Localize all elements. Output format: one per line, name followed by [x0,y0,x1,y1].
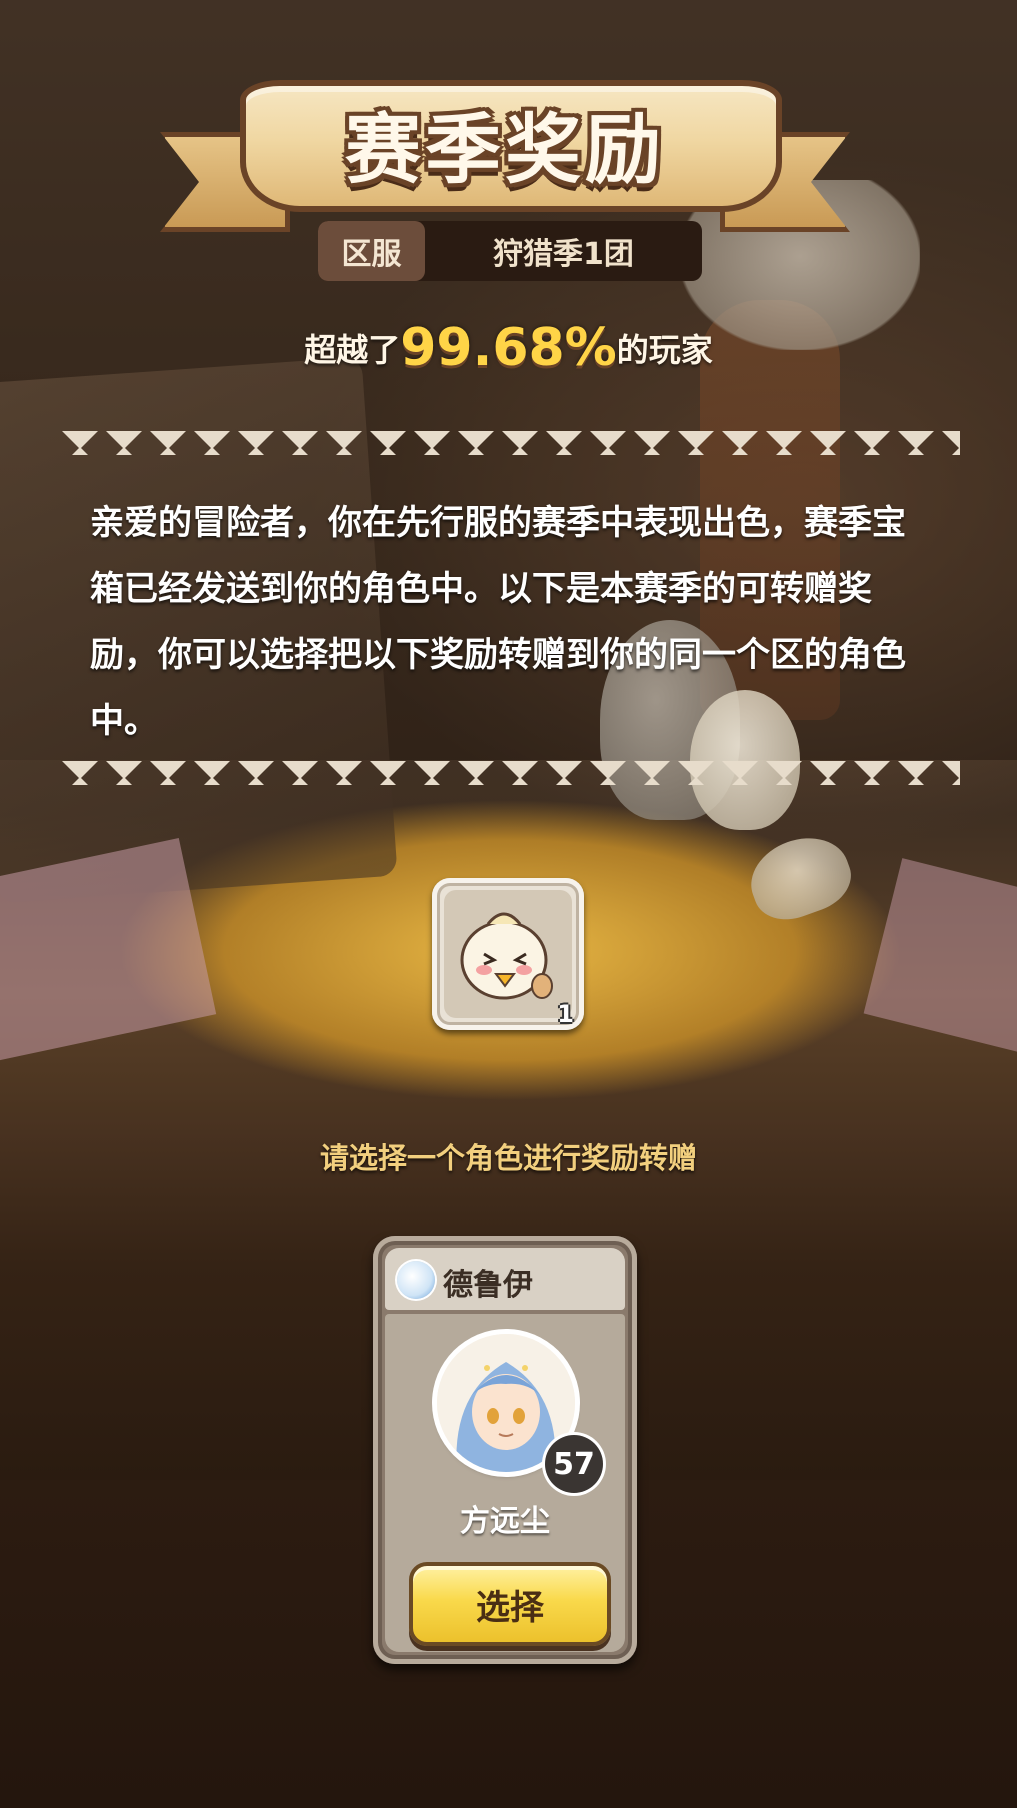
rank-prefix: 超越了 [304,331,401,369]
rank-suffix: 的玩家 [616,331,713,369]
server-label: 区服 [318,221,425,281]
rank-summary: 超越了99.68%的玩家 [0,318,1017,378]
cloth-mat-decoration [863,858,1017,1062]
egg-shell-decoration [740,825,860,930]
select-hint: 请选择一个角色进行奖励转赠 [319,1141,697,1175]
zigzag-divider-top [58,425,960,461]
select-button[interactable]: 选择 [409,1562,611,1646]
server-value: 狩猎季1团 [493,237,634,272]
level-badge: 57 [545,1435,603,1493]
chick-mascot-icon [460,912,553,1000]
character-card-header: 德鲁伊 [385,1248,625,1310]
reward-count: 1 [557,1000,574,1028]
server-tag: 区服 狩猎季1团 [318,221,702,281]
character-name: 方远尘 [460,1504,550,1539]
description-text: 亲爱的冒险者，你在先行服的赛季中表现出色，赛季宝箱已经发送到你的角色中。以下是本… [90,503,906,741]
cloth-mat-decoration [0,838,217,1062]
character-class: 德鲁伊 [443,1268,533,1303]
reward-item-slot[interactable]: 1 [432,878,584,1030]
druid-class-icon [397,1261,435,1299]
character-card[interactable]: 德鲁伊 57 方远尘 选择 [373,1236,637,1664]
zigzag-divider-bottom [58,755,960,791]
title-ribbon: 赛季奖励 [160,70,850,240]
rank-percent: 99.68% [400,318,617,378]
page-title: 赛季奖励 [345,105,665,194]
